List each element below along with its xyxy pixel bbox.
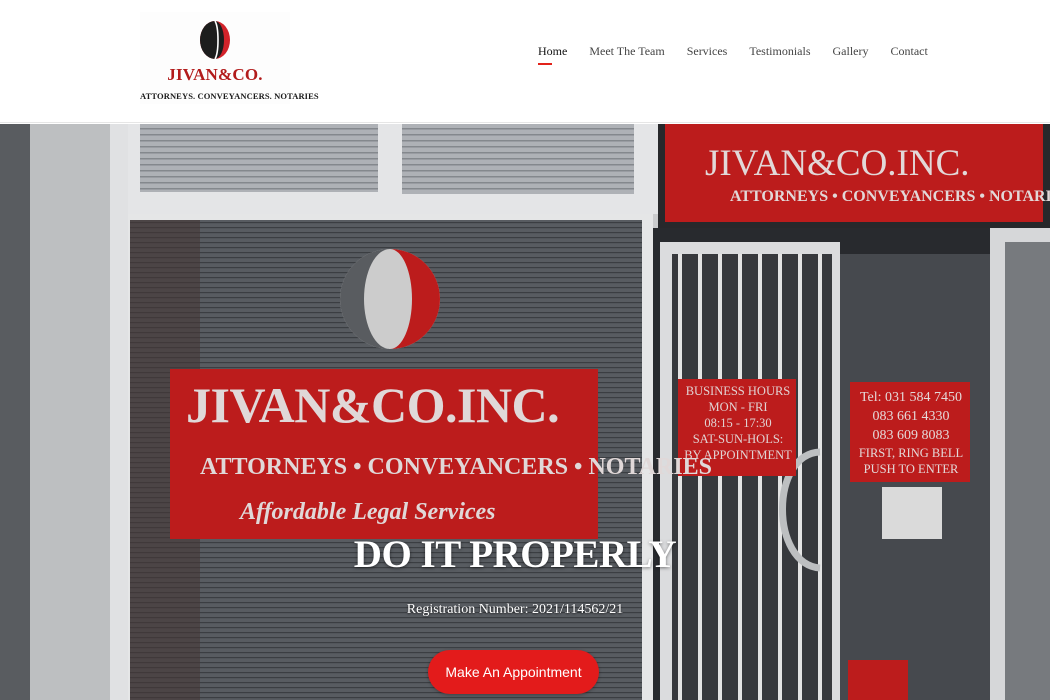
nav-gallery[interactable]: Gallery xyxy=(833,44,869,65)
site-header: JIVAN&CO. ATTORNEYS. CONVEYANCERS. NOTAR… xyxy=(0,0,1050,123)
nav-home[interactable]: Home xyxy=(538,44,567,65)
hero-section: JIVAN&CO.INC. ATTORNEYS • CONVEYANCERS •… xyxy=(0,124,1050,700)
logo-tagline: ATTORNEYS. CONVEYANCERS. NOTARIES xyxy=(140,91,319,101)
registration-number: Registration Number: 2021/114562/21 xyxy=(406,602,624,617)
nav-testimonials[interactable]: Testimonials xyxy=(749,44,810,65)
logo-name: JIVAN&CO. xyxy=(167,65,263,84)
make-appointment-button[interactable]: Make An Appointment xyxy=(428,650,599,694)
main-nav: Home Meet The Team Services Testimonials… xyxy=(538,44,928,65)
site-logo[interactable]: JIVAN&CO. ATTORNEYS. CONVEYANCERS. NOTAR… xyxy=(140,12,319,104)
nav-contact[interactable]: Contact xyxy=(890,44,927,65)
logo-emblem-icon xyxy=(200,20,230,60)
hero-title: DO IT PROPERLY xyxy=(353,533,677,576)
nav-services[interactable]: Services xyxy=(687,44,728,65)
nav-meet-the-team[interactable]: Meet The Team xyxy=(589,44,664,65)
